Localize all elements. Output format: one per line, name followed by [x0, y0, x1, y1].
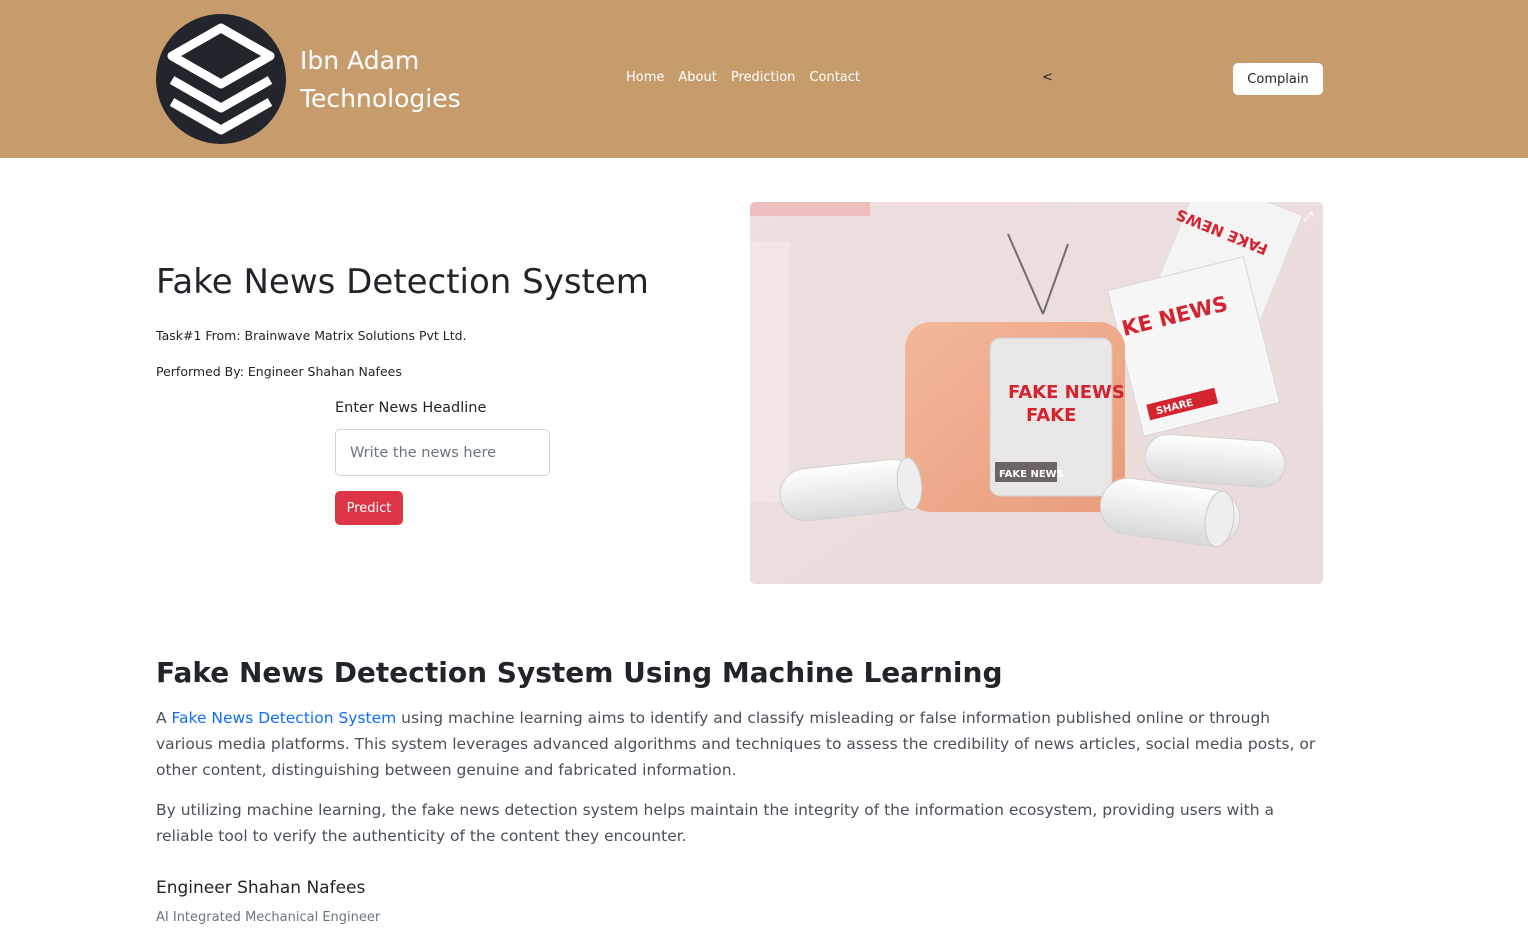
about-paragraph-2: By utilizing machine learning, the fake …: [156, 801, 1274, 845]
task-info: Task#1 From: Brainwave Matrix Solutions …: [156, 328, 467, 343]
chevron-left-icon: <: [1042, 70, 1053, 85]
nav-home[interactable]: Home: [626, 70, 664, 85]
fake-news-link[interactable]: Fake News Detection System: [172, 709, 397, 727]
nav-prediction[interactable]: Prediction: [731, 70, 796, 85]
nav-contact[interactable]: Contact: [809, 70, 860, 85]
about-paragraph-1: A Fake News Detection System using machi…: [156, 705, 1326, 783]
logo-layers-icon[interactable]: [156, 14, 286, 144]
about-p1-prefix: A: [156, 709, 172, 727]
page-title: Fake News Detection System: [156, 262, 649, 302]
author-role: AI Integrated Mechanical Engineer: [156, 910, 381, 925]
tv-screen-text-2: FAKE: [1026, 405, 1076, 426]
news-headline-input[interactable]: [335, 429, 550, 476]
tv-badge: FAKE NEWS: [999, 469, 1064, 480]
tv-screen-text-1: FAKE NEWS: [1008, 382, 1125, 403]
predict-button[interactable]: Predict: [335, 491, 403, 525]
brand-line-2: Technologies: [300, 84, 461, 113]
main-nav: Home About Prediction Contact: [626, 70, 860, 85]
author-name: Engineer Shahan Nafees: [156, 878, 366, 898]
hero-image: FAKE NEWS KE NEWS SHARE FAKE NEWS FAKE F…: [750, 202, 1323, 584]
brand-name[interactable]: Ibn Adam Technologies: [300, 42, 461, 118]
complain-button[interactable]: Complain: [1233, 63, 1323, 95]
brand-line-1: Ibn Adam: [300, 46, 420, 75]
expand-icon[interactable]: ⤢: [1303, 210, 1313, 225]
headline-label: Enter News Headline: [335, 400, 487, 416]
performed-by: Performed By: Engineer Shahan Nafees: [156, 364, 402, 379]
section-title: Fake News Detection System Using Machine…: [156, 656, 1003, 689]
site-header: Ibn Adam Technologies Home About Predict…: [0, 0, 1528, 158]
nav-about[interactable]: About: [678, 70, 716, 85]
